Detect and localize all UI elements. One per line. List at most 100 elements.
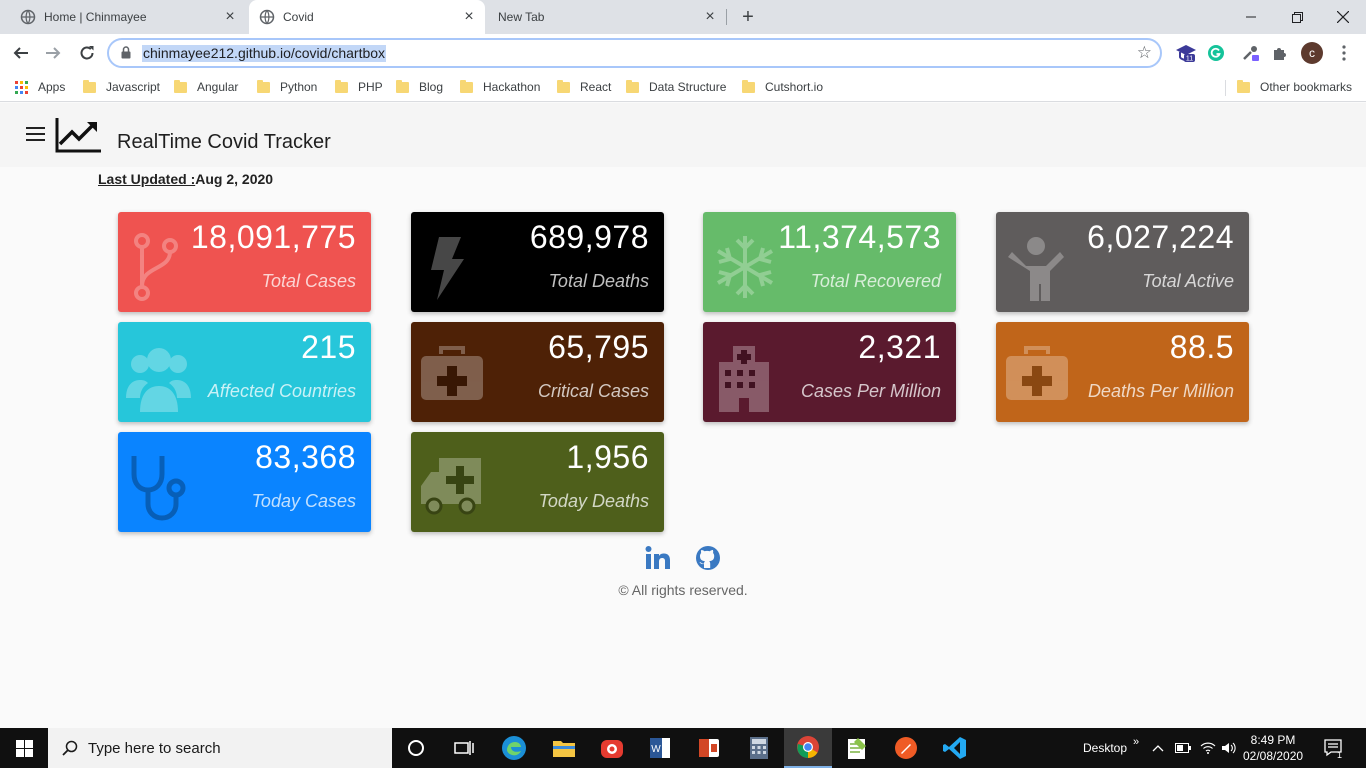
bookmark-label: Python [280, 80, 318, 94]
card-total-recovered[interactable]: 11,374,573 Total Recovered [703, 212, 956, 312]
tab-covid[interactable]: Covid × [249, 0, 485, 34]
tab-title: New Tab [498, 10, 545, 24]
taskbar-word[interactable]: W [636, 728, 684, 768]
card-cases-per-million[interactable]: 2,321 Cases Per Million [703, 322, 956, 422]
forward-arrow-icon [46, 47, 61, 59]
wifi-icon[interactable] [1200, 728, 1216, 768]
taskbar-file-explorer[interactable] [540, 728, 588, 768]
taskbar-vscode[interactable] [931, 728, 979, 768]
bookmark-apps[interactable]: Apps [15, 78, 65, 96]
chrome-icon [797, 736, 819, 758]
card-affected-countries[interactable]: 215 Affected Countries [118, 322, 371, 422]
hamburger-menu-icon[interactable] [26, 127, 46, 143]
tab-title: Covid [283, 10, 314, 24]
lock-icon [121, 46, 131, 59]
notification-count: 1 [1337, 750, 1343, 760]
bookmark-label: Cutshort.io [765, 80, 824, 94]
extension-badge: 11 [1186, 56, 1193, 63]
url-text[interactable]: chinmayee212.github.io/covid/chartbox [142, 45, 387, 62]
notepad-icon [848, 738, 866, 759]
card-deaths-per-million[interactable]: 88.5 Deaths Per Million [996, 322, 1249, 422]
folder-icon [742, 79, 755, 93]
folder-icon [626, 79, 639, 93]
github-link[interactable] [695, 545, 721, 571]
bookmark-react[interactable]: React [557, 78, 611, 96]
bookmark-python[interactable]: Python [257, 78, 317, 96]
presentation-icon [699, 739, 719, 757]
card-value: 215 [301, 329, 356, 365]
restore-button[interactable] [1274, 0, 1320, 34]
bookmark-php[interactable]: PHP [335, 78, 383, 96]
bookmark-angular[interactable]: Angular [174, 78, 238, 96]
taskbar-edge[interactable] [490, 728, 538, 768]
task-view-button[interactable] [440, 728, 488, 768]
vscode-icon [943, 737, 966, 759]
card-label: Critical Cases [537, 381, 649, 401]
card-total-cases[interactable]: 18,091,775 Total Cases [118, 212, 371, 312]
card-label: Total Deaths [548, 271, 649, 291]
toolbar-overflow-icon[interactable]: » [1133, 722, 1139, 762]
new-tab-button[interactable]: + [738, 7, 758, 27]
address-bar[interactable]: chinmayee212.github.io/covid/chartbox ☆ [107, 38, 1162, 68]
volume-icon[interactable] [1221, 728, 1237, 768]
extensions-puzzle-icon[interactable] [1270, 43, 1290, 63]
bookmark-other[interactable]: Other bookmarks [1237, 78, 1352, 96]
bookmark-hackathon[interactable]: Hackathon [460, 78, 540, 96]
back-button[interactable] [9, 41, 33, 65]
profile-avatar[interactable]: c [1301, 42, 1323, 64]
child-icon [1008, 237, 1064, 301]
linkedin-link[interactable] [645, 545, 671, 571]
taskbar-search-box[interactable]: Type here to search [48, 728, 392, 768]
card-today-deaths[interactable]: 1,956 Today Deaths [411, 432, 664, 532]
taskbar-calculator[interactable] [735, 728, 783, 768]
extension-grammarly-icon[interactable] [1206, 43, 1226, 63]
card-label: Total Cases [261, 271, 356, 291]
minimize-icon [1246, 16, 1256, 18]
tab-new-tab[interactable]: New Tab × [488, 0, 726, 34]
windows-taskbar: Type here to search W Desktop » 8:49 PM … [0, 728, 1366, 768]
card-total-deaths[interactable]: 689,978 Total Deaths [411, 212, 664, 312]
start-button[interactable] [0, 728, 48, 768]
taskbar-postman[interactable] [882, 728, 930, 768]
forward-button[interactable] [41, 41, 65, 65]
bookmark-cutshort[interactable]: Cutshort.io [742, 78, 823, 96]
github-icon [696, 546, 720, 570]
bookmark-separator [1225, 80, 1226, 96]
menu-kebab-icon[interactable] [1334, 43, 1354, 63]
bookmark-javascript[interactable]: Javascript [83, 78, 160, 96]
tray-chevron-up-icon[interactable] [1152, 728, 1164, 768]
reload-button[interactable] [75, 41, 99, 65]
bookmark-star-icon[interactable]: ☆ [1137, 43, 1152, 63]
card-critical-cases[interactable]: 65,795 Critical Cases [411, 322, 664, 422]
taskbar-presentation[interactable] [685, 728, 733, 768]
close-icon[interactable]: × [702, 9, 718, 25]
desktop-toolbar-label[interactable]: Desktop [1083, 728, 1127, 768]
card-value: 18,091,775 [190, 219, 356, 255]
card-total-active[interactable]: 6,027,224 Total Active [996, 212, 1249, 312]
folder-icon [83, 79, 96, 93]
minimize-button[interactable] [1228, 0, 1274, 34]
bookmark-label: Angular [197, 80, 239, 94]
card-value: 83,368 [255, 439, 356, 475]
window-close-button[interactable] [1320, 0, 1366, 34]
extension-eyedropper-icon[interactable] [1240, 43, 1260, 63]
cortana-button[interactable] [392, 728, 440, 768]
code-branch-icon [134, 233, 178, 301]
taskbar-photo-app[interactable] [588, 728, 636, 768]
tab-home-chinmayee[interactable]: Home | Chinmayee × [0, 0, 246, 34]
notification-center-button[interactable]: 1 [1323, 728, 1343, 768]
taskbar-clock[interactable]: 8:49 PM 02/08/2020 [1243, 732, 1303, 764]
close-icon[interactable]: × [461, 9, 477, 25]
bookmark-blog[interactable]: Blog [396, 78, 443, 96]
edge-icon [502, 736, 526, 760]
battery-icon[interactable] [1175, 728, 1191, 768]
taskbar-notepad-plus[interactable] [833, 728, 881, 768]
bookmark-data-structure[interactable]: Data Structure [626, 78, 726, 96]
card-today-cases[interactable]: 83,368 Today Cases [118, 432, 371, 532]
close-icon[interactable]: × [222, 9, 238, 25]
app-header: RealTime Covid Tracker [0, 103, 1366, 167]
folder-icon [335, 79, 348, 93]
browser-tab-strip: Home | Chinmayee × Covid × New Tab × + [0, 0, 1366, 34]
extension-graduation-cap-icon[interactable]: 11 [1176, 43, 1196, 63]
taskbar-chrome[interactable] [784, 728, 832, 768]
